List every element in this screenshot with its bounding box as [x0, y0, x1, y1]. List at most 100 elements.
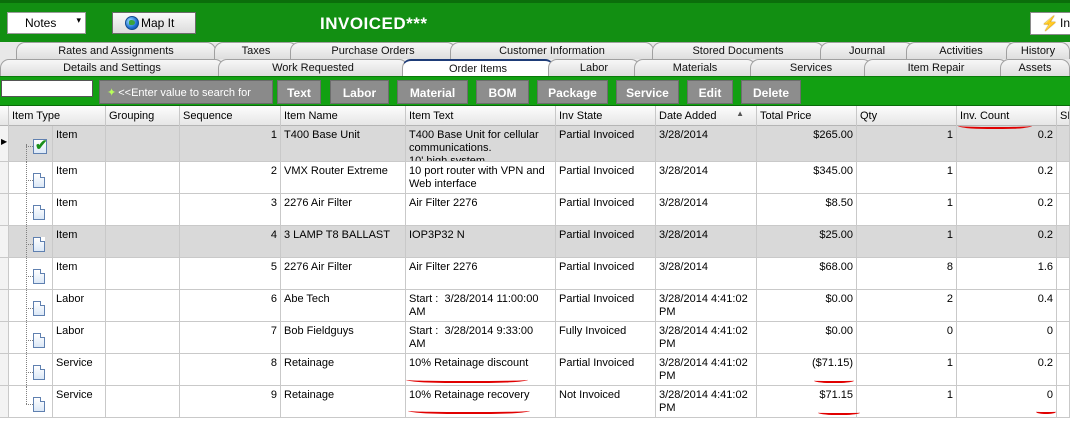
cell-sequence[interactable]: 6 [180, 290, 281, 321]
row-indicator[interactable] [0, 354, 9, 385]
cell-item-type[interactable]: Service [53, 386, 106, 417]
cell-sequence[interactable]: 5 [180, 258, 281, 289]
tree-node[interactable] [9, 162, 53, 193]
column-header-date-added[interactable]: Date Added ▲ [656, 106, 757, 126]
cell-date-added[interactable]: 3/28/2014 [656, 258, 757, 289]
cell-total-price[interactable]: $8.50 [757, 194, 857, 225]
cell-item-name[interactable]: Retainage [281, 354, 406, 385]
row-indicator[interactable] [0, 226, 9, 257]
cell-item-text[interactable]: Air Filter 2276 [406, 258, 556, 289]
cell-qty[interactable]: 1 [857, 354, 957, 385]
edit-button[interactable]: Edit [687, 80, 733, 104]
cell-sl[interactable] [1057, 258, 1070, 289]
cell-item-text[interactable]: 10 port router with VPN and Web interfac… [406, 162, 556, 193]
cell-total-price[interactable]: $68.00 [757, 258, 857, 289]
cell-sl[interactable] [1057, 162, 1070, 193]
tree-node[interactable]: ✔ [9, 126, 53, 162]
tab-customer-information[interactable]: Customer Information [450, 42, 654, 59]
cell-inv-count[interactable]: 0 [957, 322, 1057, 353]
cell-total-price[interactable]: $25.00 [757, 226, 857, 257]
cell-item-type[interactable]: Item [53, 126, 106, 161]
cell-inv-count[interactable]: 0.2 [957, 354, 1057, 385]
cell-inv-state[interactable]: Partial Invoiced [556, 194, 656, 225]
cell-inv-state[interactable]: Fully Invoiced [556, 322, 656, 353]
cell-total-price[interactable]: $0.00 [757, 322, 857, 353]
cell-date-added[interactable]: 3/28/2014 4:41:02 PM [656, 290, 757, 321]
column-header-item-text[interactable]: Item Text [406, 106, 556, 126]
tab-activities[interactable]: Activities [906, 42, 1016, 59]
package-button[interactable]: Package [537, 80, 608, 104]
tree-node[interactable] [9, 386, 53, 417]
cell-qty[interactable]: 1 [857, 226, 957, 257]
service-button[interactable]: Service [616, 80, 679, 104]
cell-item-type[interactable]: Item [53, 162, 106, 193]
cell-item-text[interactable]: Start : 3/28/2014 9:33:00 AM [406, 322, 556, 353]
cell-date-added[interactable]: 3/28/2014 4:41:02 PM [656, 354, 757, 385]
cell-item-text[interactable]: T400 Base Unit for cellular communicatio… [406, 126, 556, 161]
tab-rates-and-assignments[interactable]: Rates and Assignments [16, 42, 216, 59]
tab-journal[interactable]: Journal [820, 42, 914, 59]
row-indicator[interactable] [0, 194, 9, 225]
tab-materials[interactable]: Materials [634, 59, 756, 76]
cell-grouping[interactable] [106, 386, 180, 417]
bom-button[interactable]: BOM [476, 80, 529, 104]
cell-sl[interactable] [1057, 126, 1070, 161]
cell-qty[interactable]: 0 [857, 322, 957, 353]
cell-total-price[interactable]: $345.00 [757, 162, 857, 193]
cell-sequence[interactable]: 2 [180, 162, 281, 193]
search-hint-button[interactable]: ✦ <<Enter value to search for [99, 80, 273, 104]
tree-node[interactable] [9, 194, 53, 225]
cell-inv-state[interactable]: Not Invoiced [556, 386, 656, 417]
cell-grouping[interactable] [106, 126, 180, 161]
cell-qty[interactable]: 1 [857, 162, 957, 193]
row-indicator[interactable] [0, 322, 9, 353]
cell-date-added[interactable]: 3/28/2014 [656, 194, 757, 225]
cell-grouping[interactable] [106, 258, 180, 289]
tab-taxes[interactable]: Taxes [214, 42, 298, 59]
notes-dropdown[interactable]: Notes ▾ [7, 12, 86, 34]
table-row[interactable]: Labor 7 Bob Fieldguys Start : 3/28/2014 9:3… [0, 322, 1070, 354]
cell-item-type[interactable]: Item [53, 194, 106, 225]
cell-date-added[interactable]: 3/28/2014 4:41:02 PM [656, 322, 757, 353]
cell-inv-state[interactable]: Partial Invoiced [556, 162, 656, 193]
cell-date-added[interactable]: 3/28/2014 [656, 226, 757, 257]
tab-details-and-settings[interactable]: Details and Settings [0, 59, 224, 76]
material-button[interactable]: Material [397, 80, 468, 104]
tree-node[interactable] [9, 226, 53, 257]
cell-inv-state[interactable]: Partial Invoiced [556, 290, 656, 321]
tab-history[interactable]: History [1006, 42, 1070, 59]
cell-date-added[interactable]: 3/28/2014 4:41:02 PM [656, 386, 757, 417]
cell-grouping[interactable] [106, 162, 180, 193]
row-indicator[interactable] [0, 162, 9, 193]
cell-item-name[interactable]: Bob Fieldguys [281, 322, 406, 353]
cell-qty[interactable]: 1 [857, 126, 957, 161]
row-indicator[interactable] [0, 386, 9, 417]
row-indicator[interactable] [0, 258, 9, 289]
map-it-button[interactable]: Map It [112, 12, 196, 34]
cell-sequence[interactable]: 1 [180, 126, 281, 161]
tab-labor[interactable]: Labor [548, 59, 640, 76]
cell-sequence[interactable]: 9 [180, 386, 281, 417]
cell-sequence[interactable]: 4 [180, 226, 281, 257]
cell-date-added[interactable]: 3/28/2014 [656, 126, 757, 161]
column-header-sl[interactable]: SL [1057, 106, 1070, 126]
cell-sl[interactable] [1057, 322, 1070, 353]
cell-item-type[interactable]: Labor [53, 322, 106, 353]
table-row[interactable]: Item 2 VMX Router Extreme 10 port router wi… [0, 162, 1070, 194]
cell-sl[interactable] [1057, 386, 1070, 417]
cell-item-text[interactable]: Start : 3/28/2014 11:00:00 AM [406, 290, 556, 321]
cell-item-name[interactable]: 3 LAMP T8 BALLAST [281, 226, 406, 257]
cell-total-price[interactable]: $265.00 [757, 126, 857, 161]
cell-inv-count[interactable]: 0.2 [957, 162, 1057, 193]
tab-order-items[interactable]: Order Items [402, 59, 554, 76]
cell-inv-state[interactable]: Partial Invoiced [556, 258, 656, 289]
cell-inv-count[interactable]: 0.2 [957, 126, 1057, 161]
table-row[interactable]: Service 9 Retainage 10% Retainage recovery N… [0, 386, 1070, 418]
cell-qty[interactable]: 2 [857, 290, 957, 321]
tree-node[interactable] [9, 258, 53, 289]
search-input[interactable] [1, 80, 93, 97]
tree-node[interactable] [9, 354, 53, 385]
tab-assets[interactable]: Assets [1000, 59, 1070, 76]
cell-sequence[interactable]: 7 [180, 322, 281, 353]
column-header-item-type[interactable]: Item Type [9, 106, 106, 126]
